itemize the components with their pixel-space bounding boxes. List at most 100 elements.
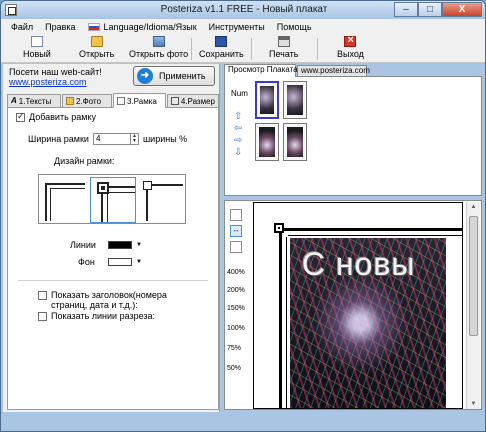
print-button-label: Печать xyxy=(269,49,299,59)
photo-tab-icon xyxy=(66,97,74,105)
frame-design-option[interactable] xyxy=(139,177,185,223)
arrow-right-icon[interactable]: ⇨ xyxy=(234,136,244,146)
add-frame-checkbox[interactable] xyxy=(16,111,25,122)
text-icon: A xyxy=(11,96,17,105)
save-button-label: Сохранить xyxy=(199,49,244,59)
open-button-label: Открыть xyxy=(79,49,115,59)
exit-icon xyxy=(344,34,357,47)
page-thumbnails: Num ⇧ ⇦ ⇨ ⇩ xyxy=(224,76,482,196)
poster-photo: С новы xyxy=(290,238,446,408)
chevron-down-icon[interactable]: ▼ xyxy=(136,242,142,248)
zoom-400[interactable]: 400% xyxy=(227,269,245,276)
russia-flag-icon xyxy=(87,23,100,31)
lines-color-swatch[interactable] xyxy=(108,241,132,249)
frame-width-stepper[interactable]: 4 ▲ ▼ xyxy=(92,133,139,145)
toolbar-separator xyxy=(317,38,318,60)
apply-button[interactable]: ➜ Применить xyxy=(133,66,215,86)
section-divider xyxy=(18,280,208,281)
page-thumbnail-selected[interactable] xyxy=(255,81,279,119)
status-bar xyxy=(1,413,485,431)
menu-language[interactable]: Language/Idioma/Язык xyxy=(82,22,203,32)
zoom-tool-icon[interactable] xyxy=(230,241,242,253)
tab-poster-preview[interactable]: Просмотр Плаката xyxy=(224,64,298,77)
print-button[interactable]: Печать xyxy=(269,36,298,62)
stepper-arrows-icon[interactable]: ▲ ▼ xyxy=(129,134,138,144)
chevron-down-icon[interactable]: ▼ xyxy=(136,259,142,265)
tab-texts-label: 1.Тексты xyxy=(18,96,52,106)
app-window: Posteriza v1.1 FREE - Новый плакат – □ X… xyxy=(0,0,486,432)
zoom-50[interactable]: 50% xyxy=(227,365,241,372)
apply-button-label: Применить xyxy=(159,71,206,81)
zoom-150[interactable]: 150% xyxy=(227,305,245,312)
add-frame-label: Добавить рамку xyxy=(29,112,97,122)
tab-photo[interactable]: 2.Фото xyxy=(62,94,112,107)
tab-size[interactable]: 4.Размер xyxy=(167,94,219,107)
new-button[interactable]: Новый xyxy=(23,36,51,62)
toolbar-separator xyxy=(251,38,252,60)
settings-tabs: A 1.Тексты 2.Фото 3.Рамка 4.Размер xyxy=(7,93,219,108)
menu-edit[interactable]: Правка xyxy=(39,22,81,32)
page-view-icon[interactable] xyxy=(230,209,242,221)
arrow-left-icon[interactable]: ⇦ xyxy=(234,124,244,134)
show-cut-lines-label: Показать линии разреза: xyxy=(51,311,156,321)
page-thumbnail[interactable] xyxy=(283,81,307,119)
exit-button[interactable]: Выход xyxy=(337,34,364,62)
menu-tools[interactable]: Инструменты xyxy=(203,22,271,32)
frame-tab-panel: Добавить рамку Ширина рамки 4 ▲▼ ширины … xyxy=(7,107,219,410)
zoom-200[interactable]: 200% xyxy=(227,287,245,294)
frame-design-option-selected[interactable] xyxy=(90,177,136,223)
open-folder-icon xyxy=(90,36,103,47)
title-bar[interactable]: Posteriza v1.1 FREE - Новый плакат – □ X xyxy=(1,1,485,19)
show-cut-lines-row[interactable]: Показать линии разреза: xyxy=(38,311,155,321)
floppy-disk-icon xyxy=(215,36,228,47)
scrollbar-thumb[interactable] xyxy=(469,216,478,336)
tab-website[interactable]: www.posteriza.com xyxy=(297,65,370,76)
show-header-checkbox[interactable] xyxy=(38,291,47,300)
frame-width-value[interactable]: 4 xyxy=(94,134,130,144)
num-label[interactable]: Num xyxy=(231,89,248,98)
close-button[interactable]: X xyxy=(442,2,482,17)
menu-file[interactable]: Файл xyxy=(5,22,39,32)
tab-frame[interactable]: 3.Рамка xyxy=(113,93,166,108)
zoom-100[interactable]: 100% xyxy=(227,325,245,332)
visit-text: Посети наш web-сайт! xyxy=(9,67,102,77)
vertical-scrollbar[interactable]: ▲ ▼ xyxy=(466,202,480,409)
open-button[interactable]: Открыть xyxy=(79,36,114,62)
fit-width-icon[interactable]: ↔ xyxy=(230,225,242,237)
open-photo-button[interactable]: Открыть фото xyxy=(129,36,188,62)
page-thumbnail[interactable] xyxy=(255,123,279,161)
minimize-button[interactable]: – xyxy=(394,2,418,17)
maximize-button[interactable]: □ xyxy=(418,2,442,17)
show-header-label: Показать заголовок(номера страниц, дата … xyxy=(51,290,167,310)
show-cut-lines-checkbox[interactable] xyxy=(38,311,47,321)
exit-button-label: Выход xyxy=(337,49,364,59)
arrow-up-icon[interactable]: ⇧ xyxy=(234,112,244,122)
save-button[interactable]: Сохранить xyxy=(199,36,244,62)
arrow-down-icon[interactable]: ⇩ xyxy=(234,148,244,158)
photo-icon xyxy=(152,36,165,47)
show-header-row[interactable]: Показать заголовок(номера страниц, дата … xyxy=(38,290,201,310)
frame-design-option[interactable] xyxy=(41,177,87,223)
page-thumbnail[interactable] xyxy=(283,123,307,161)
scroll-up-icon[interactable]: ▲ xyxy=(467,204,480,210)
menu-help[interactable]: Помощь xyxy=(271,22,318,32)
resize-icon xyxy=(171,97,179,105)
frame-width-label: Ширина рамки xyxy=(28,134,89,144)
frame-design-gallery xyxy=(38,174,186,224)
background-color-swatch[interactable] xyxy=(108,258,132,266)
zoom-75[interactable]: 75% xyxy=(227,345,241,352)
tab-photo-label: 2.Фото xyxy=(76,96,102,106)
lines-color-row: Линии ▼ xyxy=(70,240,142,250)
toolbar-separator xyxy=(191,38,192,60)
add-frame-row[interactable]: Добавить рамку xyxy=(16,111,97,122)
printer-icon xyxy=(277,36,290,47)
tab-size-label: 4.Размер xyxy=(180,96,215,106)
tab-texts[interactable]: A 1.Тексты xyxy=(7,94,61,107)
frame-width-suffix: ширины % xyxy=(142,134,188,144)
website-link[interactable]: www.posteriza.com xyxy=(9,77,87,87)
frame-line xyxy=(288,235,462,236)
scroll-down-icon[interactable]: ▼ xyxy=(467,401,480,407)
frame-width-row: Ширина рамки 4 ▲ ▼ ширины % xyxy=(28,133,187,145)
frame-design-label: Дизайн рамки: xyxy=(54,156,115,166)
frame-corner xyxy=(274,223,284,233)
